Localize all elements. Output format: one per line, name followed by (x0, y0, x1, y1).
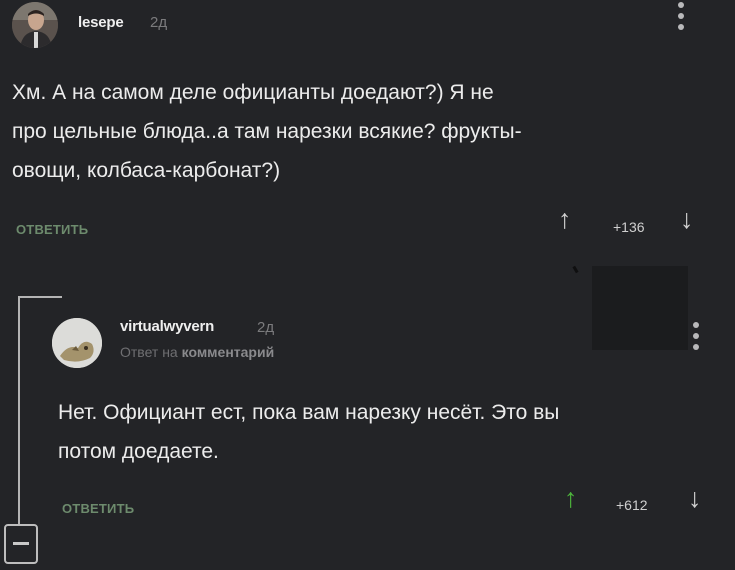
comment-line: овощи, колбаса-карбонат?) (12, 159, 281, 182)
comment-text: Хм. А на самом деле официанты доедают?) … (12, 73, 522, 190)
reply-button[interactable]: ОТВЕТИТЬ (62, 501, 134, 516)
avatar[interactable] (12, 2, 58, 48)
avatar[interactable] (52, 318, 102, 368)
comment-line: потом доедаете. (58, 440, 219, 463)
comment-line: про цельные блюда..а там нарезки всякие?… (12, 120, 522, 143)
arrow-up-icon[interactable]: ↑ (558, 206, 572, 233)
comment-author[interactable]: lesepe (78, 14, 124, 31)
more-options-icon[interactable] (678, 2, 684, 35)
comment-line: Нет. Официант ест, пока вам нарезку несё… (58, 401, 560, 424)
reply-button[interactable]: ОТВЕТИТЬ (16, 222, 88, 237)
arrow-down-icon[interactable]: ↓ (688, 485, 702, 512)
minus-icon (13, 542, 29, 545)
thread-branch (18, 296, 62, 298)
thread-line (18, 296, 20, 532)
reply-to-info: Ответ на комментарий (120, 344, 274, 360)
more-options-icon[interactable] (693, 322, 699, 355)
reply-to-prefix: Ответ на (120, 344, 178, 360)
stray-mark (572, 265, 579, 274)
collapse-thread-button[interactable] (4, 524, 38, 564)
parent-comment-link[interactable]: комментарий (182, 344, 275, 360)
comment-text: Нет. Официант ест, пока вам нарезку несё… (58, 393, 559, 471)
comment-time: 2д (257, 319, 275, 336)
comment-score: +136 (613, 219, 645, 235)
comment-line: Хм. А на самом деле официанты доедают?) … (12, 81, 494, 104)
comment-author[interactable]: virtualwyvern (120, 318, 214, 335)
background-shadow (592, 266, 688, 350)
arrow-down-icon[interactable]: ↓ (680, 206, 694, 233)
arrow-up-icon[interactable]: ↑ (564, 485, 578, 512)
comment-score: +612 (616, 497, 648, 513)
comment-time: 2д (150, 14, 168, 31)
